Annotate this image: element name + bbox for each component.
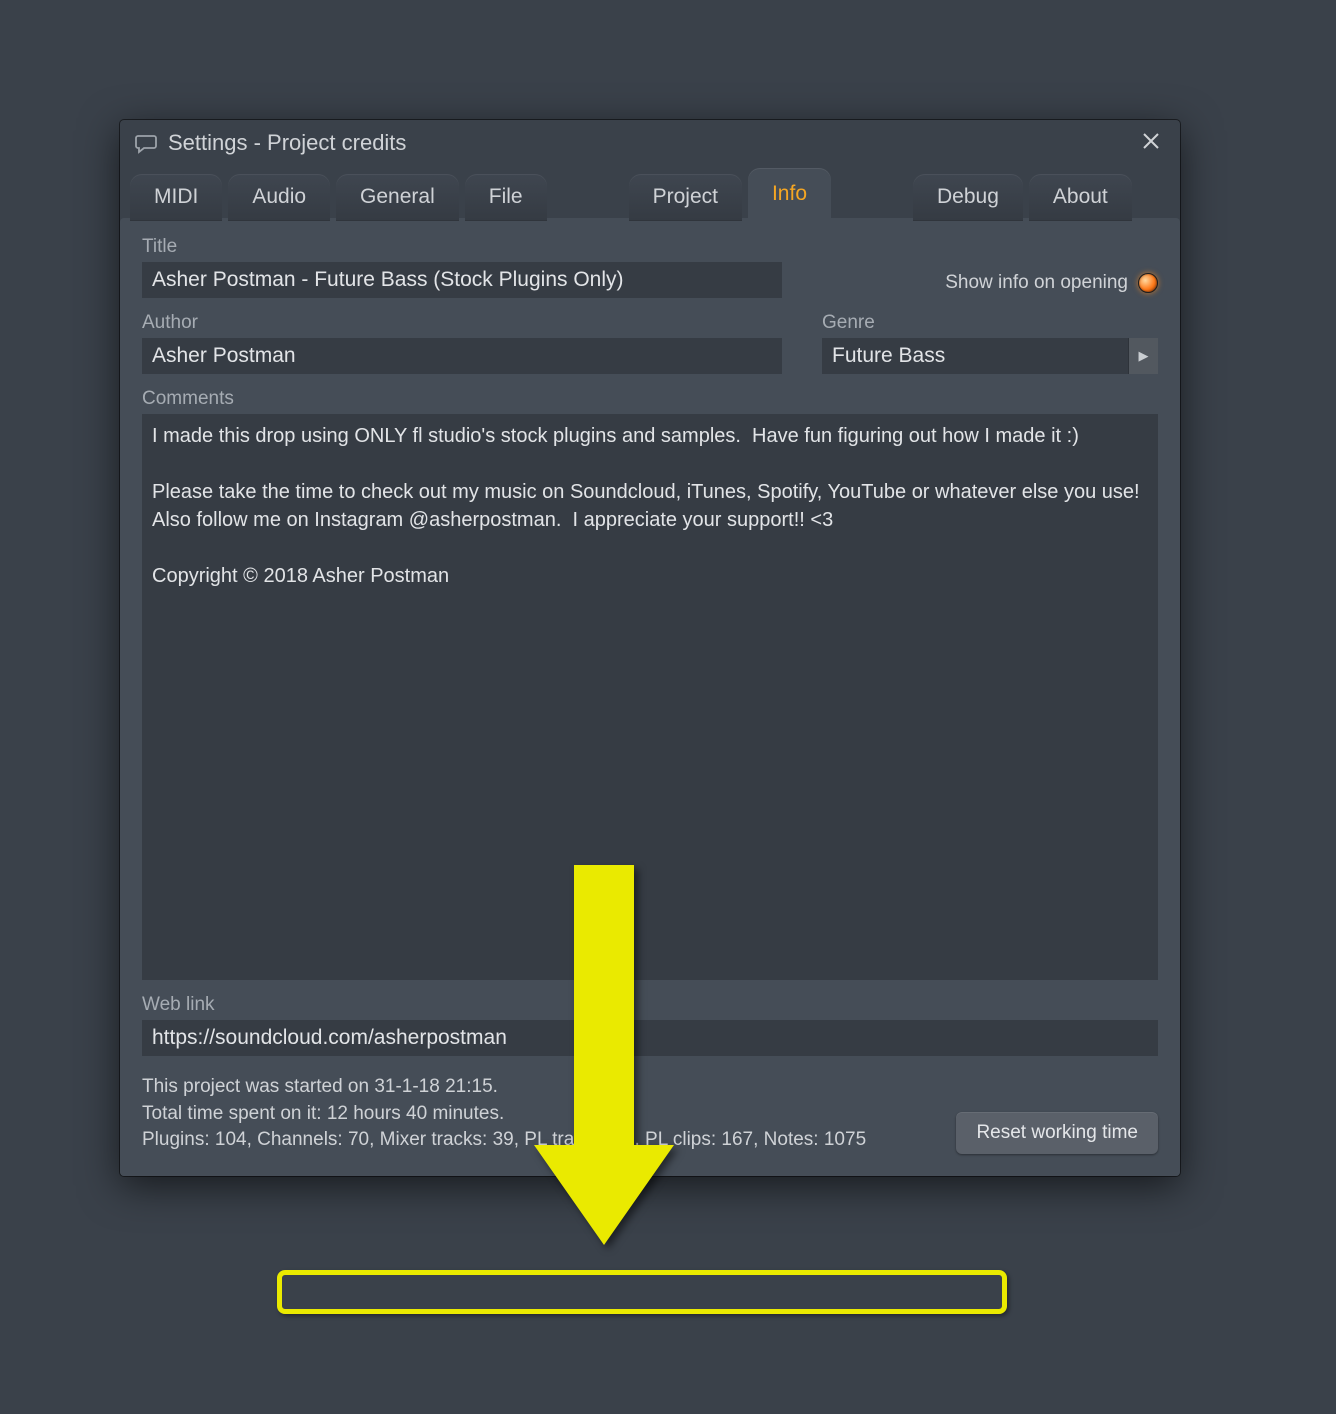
weblink-label: Web link [142,994,1158,1016]
close-button[interactable] [1136,128,1166,158]
tab-debug[interactable]: Debug [913,174,1023,220]
settings-window: Settings - Project credits MIDI Audio Ge… [120,120,1180,1176]
tab-audio[interactable]: Audio [228,174,330,220]
reset-working-time-button[interactable]: Reset working time [956,1112,1158,1154]
comment-icon [134,131,158,155]
weblink-field[interactable] [142,1020,1158,1056]
genre-field[interactable] [822,338,1128,374]
author-label: Author [142,312,782,334]
genre-label: Genre [822,312,1158,334]
project-stats-text: Plugins: 104, Channels: 70, Mixer tracks… [142,1127,866,1154]
window-title: Settings - Project credits [168,130,406,156]
comments-field[interactable]: I made this drop using ONLY fl studio's … [142,414,1158,980]
title-label: Title [142,236,782,258]
genre-dropdown-button[interactable]: ▶ [1128,338,1158,374]
show-info-toggle[interactable]: Show info on opening [945,272,1158,298]
tab-midi[interactable]: MIDI [130,174,222,220]
title-field[interactable] [142,262,782,298]
project-started-text: This project was started on 31-1-18 21:1… [142,1074,866,1101]
tab-file[interactable]: File [465,174,547,220]
show-info-label: Show info on opening [945,272,1128,294]
chevron-right-icon: ▶ [1139,348,1149,364]
project-totaltime-text: Total time spent on it: 12 hours 40 minu… [142,1101,866,1128]
tab-info[interactable]: Info [748,168,831,220]
annotation-highlight-box [277,1270,1007,1314]
info-panel: Title Show info on opening Author Genre … [120,218,1180,1176]
tabs: MIDI Audio General File Project Info Deb… [120,164,1180,220]
comments-label: Comments [142,388,1158,410]
tab-general[interactable]: General [336,174,459,220]
tab-about[interactable]: About [1029,174,1132,220]
titlebar: Settings - Project credits [120,120,1180,164]
author-field[interactable] [142,338,782,374]
tab-project[interactable]: Project [629,174,742,220]
led-icon [1138,273,1158,293]
